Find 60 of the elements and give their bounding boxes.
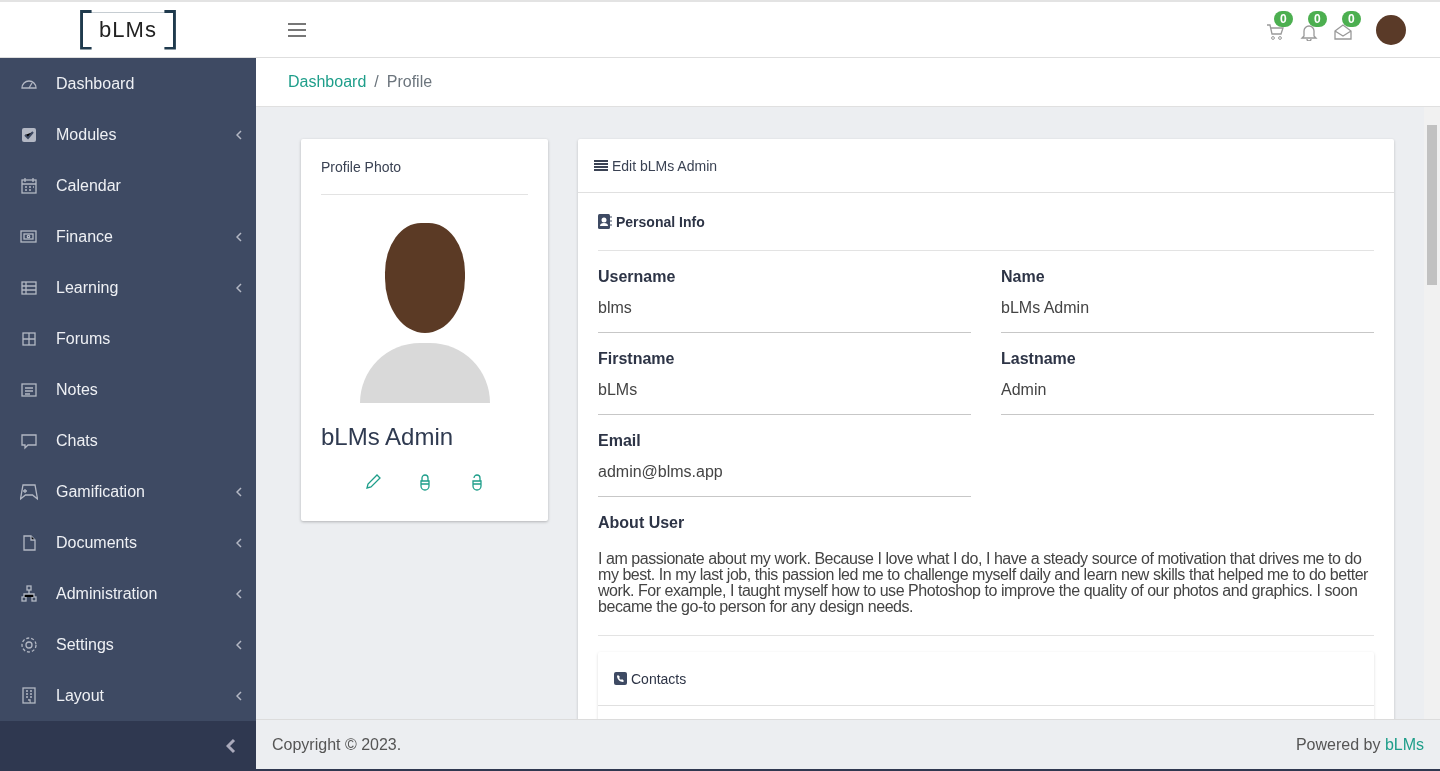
field-label: Lastname [1001, 350, 1077, 369]
sidebar-item[interactable]: Finance [0, 211, 256, 262]
card-title: Contacts [631, 670, 687, 687]
list-icon [594, 159, 608, 172]
calendar-icon [20, 176, 38, 195]
copyright-text: Copyright © 2023. [272, 735, 402, 754]
sidebar-item[interactable]: Administration [0, 568, 256, 619]
cart-icon[interactable] [1266, 22, 1284, 41]
card-title: Profile Photo [321, 159, 528, 195]
sidebar-item[interactable]: Layout [0, 670, 256, 721]
sidebar-item[interactable]: Learning [0, 262, 256, 313]
hierarchy-icon [20, 584, 38, 603]
text-field[interactable]: blms [598, 299, 971, 333]
list-icon [20, 278, 38, 297]
section-title: Personal Info [616, 213, 705, 230]
envelope-icon[interactable] [1334, 22, 1352, 41]
field-label: About User [598, 514, 686, 533]
sidebar-item[interactable]: Gamification [0, 466, 256, 517]
speech-bubble-icon [20, 431, 38, 450]
sidebar-item[interactable]: Dashboard [0, 58, 256, 109]
bell-icon[interactable] [1300, 22, 1318, 41]
collapse-chevron-icon[interactable] [226, 738, 236, 754]
sidebar-item[interactable]: Documents [0, 517, 256, 568]
checkbox-icon [20, 125, 38, 144]
powered-by-text: Powered by [1295, 735, 1381, 753]
app-logo[interactable]: bLMs [80, 9, 176, 50]
menu-icon[interactable] [288, 22, 306, 37]
about-field[interactable]: I am passionate about my work. Because I love what I do, I have a steady source of motivation that drives me to do my best. In my last job, this passion led me to challenge myself daily and learn new skills that helped me to do better work. For example, I taught myself how to use Photoshop to improve the quality of our photos and graphics. I soon became the go-to person for any design needs. [598, 545, 1374, 636]
banknote-icon [20, 227, 38, 246]
text-field[interactable]: admin@blms.app [598, 463, 971, 497]
note-icon [20, 380, 38, 399]
document-icon [20, 533, 38, 552]
settings-icon [20, 635, 38, 654]
field-label: Username [598, 268, 677, 287]
field-label: Name [1001, 268, 1046, 287]
count-badge: 0 [1308, 10, 1327, 27]
text-field[interactable]: Admin [1001, 381, 1374, 415]
count-badge: 0 [1274, 10, 1293, 27]
sidebar-item[interactable]: Modules [0, 109, 256, 160]
sidebar-item[interactable]: Settings [0, 619, 256, 670]
count-badge: 0 [1342, 10, 1361, 27]
card-title: Edit bLMs Admin [612, 157, 718, 174]
pencil-icon[interactable] [363, 473, 382, 491]
text-field[interactable]: bLMs [598, 381, 971, 415]
sidebar-item[interactable]: Notes [0, 364, 256, 415]
building-icon [20, 686, 38, 705]
field-label: Firstname [598, 350, 676, 369]
profile-name: bLMs Admin [321, 423, 455, 451]
field-label: Email [598, 432, 642, 451]
phone-icon [614, 672, 627, 685]
sidebar-item[interactable]: Forums [0, 313, 256, 364]
grid-icon [20, 329, 38, 348]
scrollbar[interactable] [1424, 107, 1440, 719]
breadcrumb-separator: / [374, 73, 379, 91]
sidebar-item[interactable]: Chats [0, 415, 256, 466]
text-field[interactable]: bLMs Admin [1001, 299, 1374, 333]
sidebar-item[interactable]: Calendar [0, 160, 256, 211]
contact-book-icon [598, 214, 612, 229]
user-avatar[interactable] [1376, 14, 1406, 45]
breadcrumb-current: Profile [386, 73, 433, 91]
